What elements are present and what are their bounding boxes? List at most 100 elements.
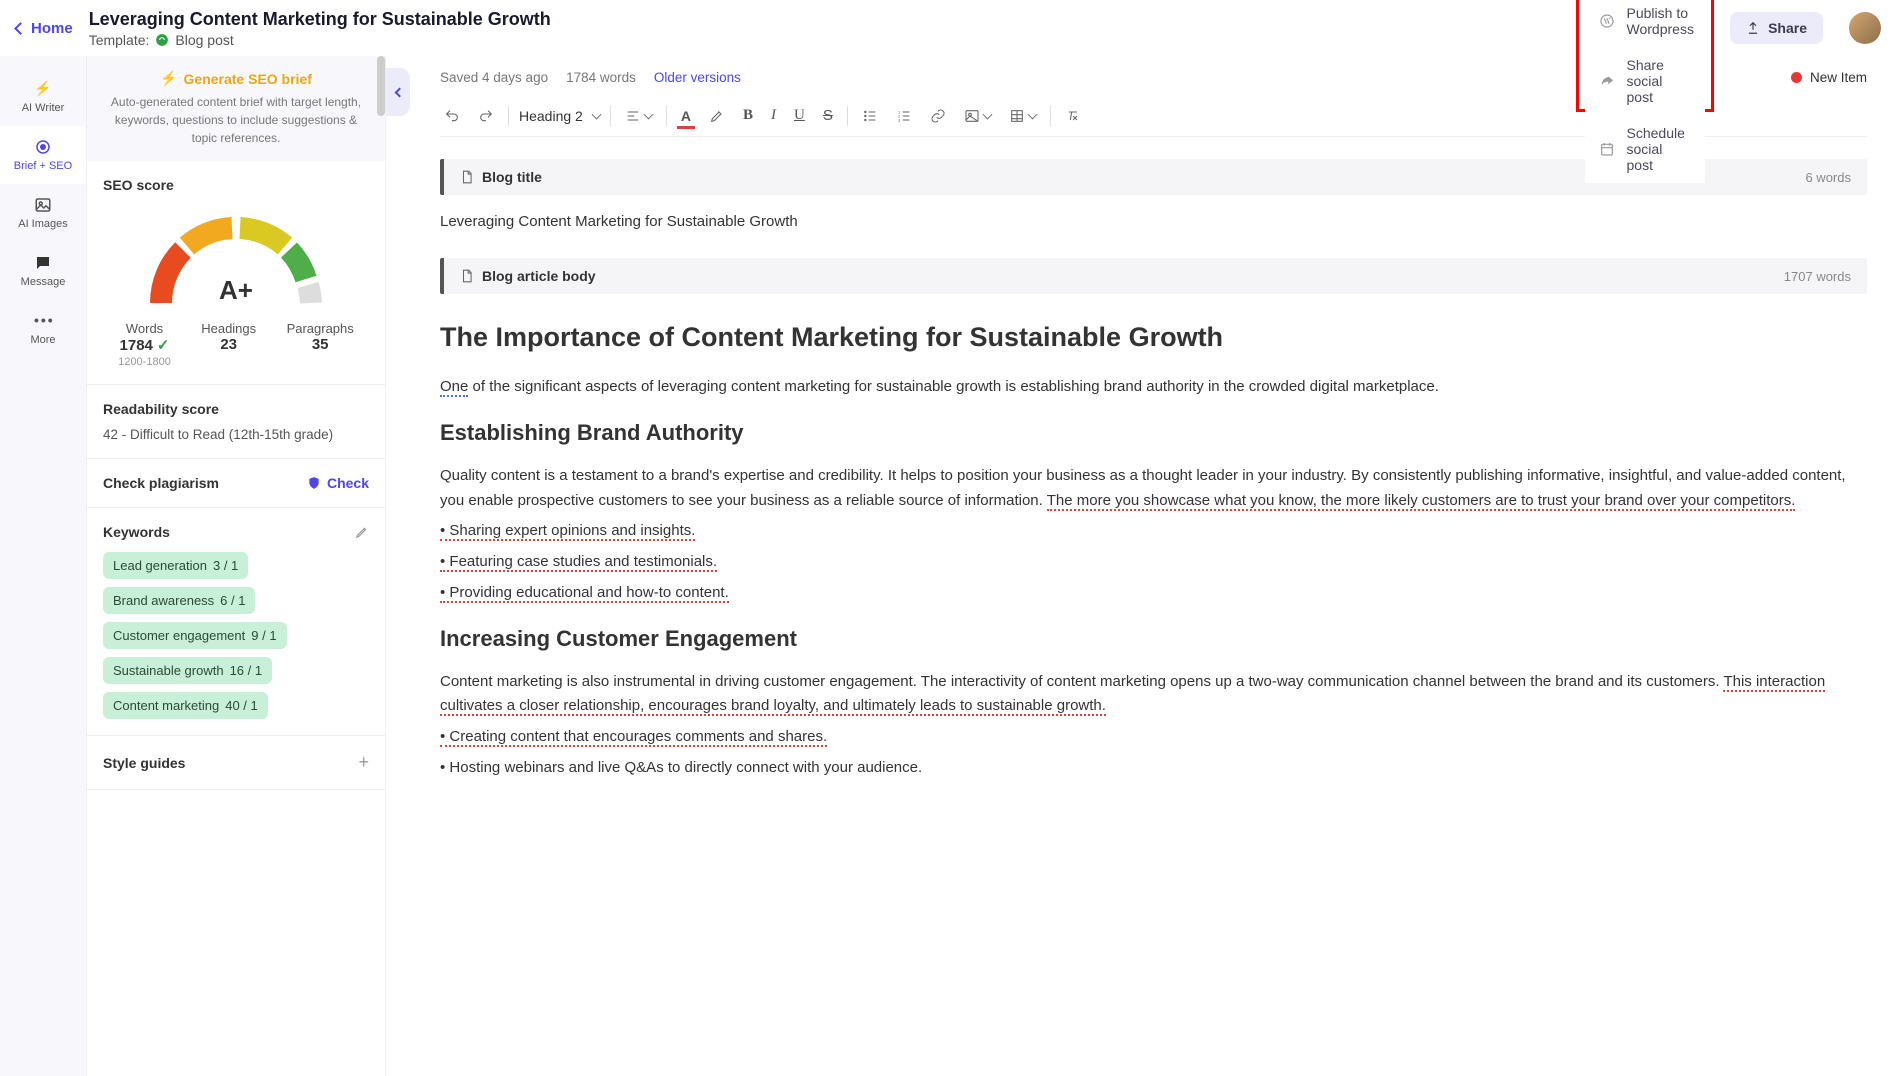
publish-highlight-box: Publish Publish to Wordpress Share socia… [1576,0,1715,112]
keyword-chip[interactable]: Content marketing40 / 1 [103,692,268,719]
nav-label-message: Message [21,276,66,288]
blog-body-count: 1707 words [1784,269,1851,284]
home-link[interactable]: Home [16,20,73,37]
red-dot-icon [1791,72,1802,83]
undo-button[interactable] [440,104,464,128]
scrollbar[interactable] [377,56,385,116]
nav-ai-images[interactable]: AI Images [0,184,86,242]
clear-format-button[interactable] [1061,104,1085,128]
lightning-icon: ⚡ [34,80,52,98]
blog-body-editor[interactable]: The Importance of Content Marketing for … [440,294,1867,793]
plus-icon[interactable]: + [358,752,369,773]
nav-label-brief-seo: Brief + SEO [14,160,72,172]
publish-dropdown: Publish to Wordpress Share social post S… [1585,0,1706,183]
keyword-chip[interactable]: Brand awareness6 / 1 [103,587,255,614]
dropdown-schedule-label: Schedule social post [1627,125,1692,173]
align-button[interactable] [621,104,656,128]
bold-button[interactable]: B [739,103,757,128]
dropdown-schedule-social[interactable]: Schedule social post [1585,115,1706,183]
keywords-label: Keywords [103,524,170,540]
wordpress-icon [1599,13,1615,29]
check-link-label: Check [327,475,369,491]
template-line: Template: Blog post [89,32,1560,48]
check-plagiarism-link[interactable]: Check [307,475,369,491]
svg-text:3: 3 [898,117,901,122]
stat-headings-val: 23 [201,336,256,353]
text-color-button[interactable]: A [677,104,695,128]
share-button[interactable]: Share [1730,12,1823,44]
highlight-button[interactable] [705,104,729,128]
template-icon [155,33,169,47]
template-name: Blog post [175,32,233,48]
seo-brief-desc: Auto-generated content brief with target… [103,93,369,147]
new-item-indicator[interactable]: New Item [1791,70,1867,85]
document-icon [460,269,474,283]
edit-icon[interactable] [355,525,369,539]
chevron-left-icon [14,22,27,35]
dropdown-share-social[interactable]: Share social post [1585,47,1706,115]
upload-icon [1746,21,1760,35]
nav-label-ai-writer: AI Writer [22,102,65,114]
template-label: Template: [89,32,150,48]
blog-title-input[interactable]: Leveraging Content Marketing for Sustain… [440,195,1867,236]
seo-score-label: SEO score [103,177,369,193]
editor: Saved 4 days ago 1784 words Older versio… [410,56,1897,1076]
redo-button[interactable] [474,104,498,128]
share-label: Share [1768,20,1807,36]
readability-value: 42 - Difficult to Read (12th-15th grade) [103,427,369,442]
seo-gauge: A+ [136,203,336,313]
style-guides-label: Style guides [103,755,185,771]
seo-grade: A+ [219,275,253,306]
stat-words-range: 1200-1800 [118,356,171,368]
lightning-icon: ⚡ [160,70,177,87]
heading-select[interactable]: Heading 2 [519,108,600,124]
image-button[interactable] [960,104,995,128]
chevron-down-icon [591,109,601,119]
keyword-chips: Lead generation3 / 1 Brand awareness6 / … [103,552,369,719]
plagiarism-label: Check plagiarism [103,475,219,491]
italic-button[interactable]: I [767,103,780,128]
nav-label-more: More [30,334,55,346]
stat-para-label: Paragraphs [287,321,354,336]
strikethrough-button[interactable]: S [819,103,837,128]
calendar-icon [1599,141,1615,157]
image-icon [34,196,52,214]
nav-ai-writer[interactable]: ⚡ AI Writer [0,68,86,126]
seo-panel: ⚡ Generate SEO brief Auto-generated conte… [86,56,386,1076]
nav-message[interactable]: Message [0,242,86,300]
table-button[interactable] [1005,104,1040,128]
check-icon: ✓ [157,336,170,354]
word-count: 1784 words [566,70,636,85]
older-versions-link[interactable]: Older versions [654,70,741,85]
document-icon [460,170,474,184]
collapse-panel-button[interactable] [386,68,410,116]
stat-words-label: Words [118,321,171,336]
more-icon: ••• [34,312,52,330]
left-nav: ⚡ AI Writer Brief + SEO AI Images Messag… [0,56,86,1076]
seo-brief-header[interactable]: ⚡ Generate SEO brief Auto-generated conte… [87,56,385,161]
dropdown-wordpress-label: Publish to Wordpress [1627,5,1694,37]
bullet-list-button[interactable] [858,104,882,128]
keyword-chip[interactable]: Lead generation3 / 1 [103,552,248,579]
shield-icon [307,476,321,490]
keyword-chip[interactable]: Customer engagement9 / 1 [103,622,287,649]
seo-brief-title: Generate SEO brief [184,71,312,87]
nav-brief-seo[interactable]: Brief + SEO [0,126,86,184]
number-list-button[interactable]: 123 [892,104,916,128]
message-icon [34,254,52,272]
nav-more[interactable]: ••• More [0,300,86,358]
stat-words-val: 1784 [120,337,153,354]
blog-body-block-header: Blog article body 1707 words [440,258,1867,294]
keyword-chip[interactable]: Sustainable growth16 / 1 [103,657,272,684]
underline-button[interactable]: U [790,103,809,128]
avatar[interactable] [1849,12,1881,44]
blog-body-label: Blog article body [482,268,596,284]
blog-title-label: Blog title [482,169,542,185]
blog-title-count: 6 words [1805,170,1851,185]
dropdown-publish-wordpress[interactable]: Publish to Wordpress [1585,0,1706,47]
stat-headings-label: Headings [201,321,256,336]
link-button[interactable] [926,104,950,128]
page-title: Leveraging Content Marketing for Sustain… [89,9,1560,30]
chevron-left-icon [395,87,405,97]
article-heading-2: Increasing Customer Engagement [440,626,1867,652]
